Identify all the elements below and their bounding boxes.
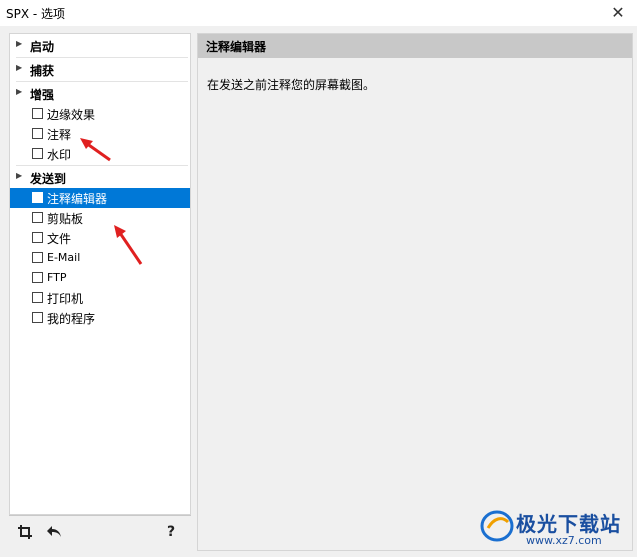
divider xyxy=(16,57,188,58)
sidebar-footer-divider xyxy=(9,515,191,516)
checkbox[interactable] xyxy=(32,312,43,323)
checkbox[interactable] xyxy=(32,252,43,263)
expand-arrow-icon: ▶ xyxy=(16,39,23,48)
group-send-to[interactable]: ▶ 发送到 xyxy=(10,168,190,188)
expand-arrow-icon: ▶ xyxy=(16,87,23,96)
title-bar: SPX - 选项 ✕ xyxy=(0,0,637,26)
sidebar-item-ftp[interactable]: FTP xyxy=(10,268,190,288)
checkbox[interactable] xyxy=(32,108,43,119)
watermark-logo-icon xyxy=(480,510,514,542)
red-arrow-annotation xyxy=(114,225,143,265)
panel-description: 在发送之前注释您的屏幕截图。 xyxy=(207,78,376,92)
settings-panel: 注释编辑器 在发送之前注释您的屏幕截图。 xyxy=(197,33,633,551)
expand-arrow-icon: ▶ xyxy=(16,63,23,72)
panel-header: 注释编辑器 xyxy=(198,34,632,58)
divider xyxy=(16,165,188,166)
close-icon[interactable]: ✕ xyxy=(599,0,637,26)
checkbox[interactable] xyxy=(32,212,43,223)
panel-title: 注释编辑器 xyxy=(206,40,267,54)
window-title: SPX - 选项 xyxy=(6,7,66,21)
sidebar-item-file[interactable]: 文件 xyxy=(10,228,190,248)
checkbox[interactable] xyxy=(32,292,43,303)
crop-icon[interactable] xyxy=(17,524,33,544)
sidebar-item-printer[interactable]: 打印机 xyxy=(10,288,190,308)
watermark-url: www.xz7.com xyxy=(526,534,602,547)
expand-arrow-icon: ▶ xyxy=(16,171,23,180)
options-sidebar: ▶ 启动 ▶ 捕获 ▶ 增强 边缘效果 注释 水印 ▶ 发送到 注释编辑器 剪贴… xyxy=(9,33,191,515)
checkbox[interactable] xyxy=(32,148,43,159)
group-enhance[interactable]: ▶ 增强 xyxy=(10,84,190,104)
red-arrow-annotation xyxy=(80,138,111,162)
watermark-text: 极光下载站 xyxy=(516,512,621,536)
sidebar-item-email[interactable]: E-Mail xyxy=(10,248,190,268)
group-startup[interactable]: ▶ 启动 xyxy=(10,36,190,56)
sidebar-item-my-program[interactable]: 我的程序 xyxy=(10,308,190,328)
sidebar-item-edge-effect[interactable]: 边缘效果 xyxy=(10,104,190,124)
sidebar-item-annotation-editor[interactable]: 注释编辑器 xyxy=(10,188,190,208)
checkbox[interactable] xyxy=(32,192,43,203)
sidebar-item-clipboard[interactable]: 剪贴板 xyxy=(10,208,190,228)
site-watermark: 极光下载站 www.xz7.com xyxy=(478,500,636,554)
undo-icon[interactable] xyxy=(45,524,63,544)
help-button[interactable]: ? xyxy=(167,524,175,540)
checkbox[interactable] xyxy=(32,232,43,243)
divider xyxy=(16,81,188,82)
checkbox[interactable] xyxy=(32,128,43,139)
group-capture[interactable]: ▶ 捕获 xyxy=(10,60,190,80)
checkbox[interactable] xyxy=(32,272,43,283)
